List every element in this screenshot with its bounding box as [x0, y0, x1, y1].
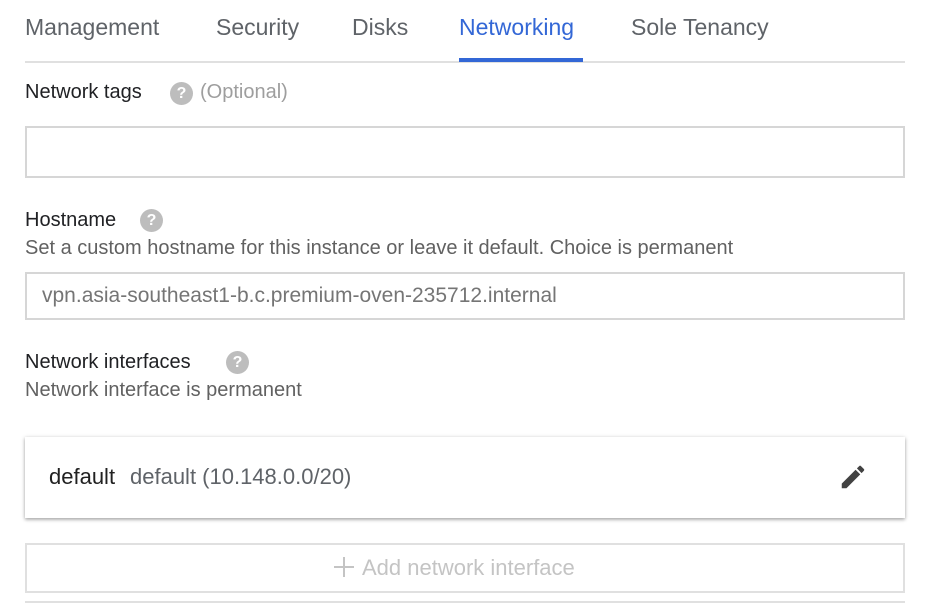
help-circle-icon[interactable]: ? [170, 82, 193, 105]
tab-disks[interactable]: Disks [352, 14, 408, 41]
hostname-input[interactable] [25, 272, 905, 320]
interface-name: default [49, 464, 116, 489]
help-circle-icon[interactable]: ? [226, 351, 249, 374]
add-button-content: Add network interface [332, 555, 575, 581]
help-circle-icon[interactable]: ? [140, 209, 163, 232]
optional-label: (Optional) [200, 81, 288, 103]
tab-networking[interactable]: Networking [459, 14, 574, 41]
plus-icon [334, 557, 354, 577]
add-network-interface-button[interactable]: Add network interface [25, 543, 905, 593]
network-interfaces-description: Network interface is permanent [25, 379, 302, 401]
tab-management[interactable]: Management [25, 14, 159, 41]
network-interfaces-label: Network interfaces [25, 351, 191, 373]
next-section-edge [25, 601, 905, 605]
tab-security[interactable]: Security [216, 14, 299, 41]
interface-detail: default (10.148.0.0/20) [130, 464, 352, 489]
tab-sole-tenancy[interactable]: Sole Tenancy [631, 14, 769, 41]
tab-bar: Management Security Disks Networking Sol… [25, 0, 905, 63]
hostname-description: Set a custom hostname for this instance … [25, 237, 734, 259]
network-tags-input[interactable] [25, 126, 905, 178]
networking-settings-panel: Management Security Disks Networking Sol… [0, 0, 928, 605]
network-interface-item[interactable]: default default (10.148.0.0/20) [25, 437, 905, 518]
hostname-label: Hostname [25, 209, 117, 231]
add-button-label: Add network interface [362, 555, 575, 580]
active-tab-indicator [459, 58, 583, 62]
network-tags-label: Network tags [25, 81, 142, 103]
pencil-icon[interactable] [838, 462, 868, 492]
